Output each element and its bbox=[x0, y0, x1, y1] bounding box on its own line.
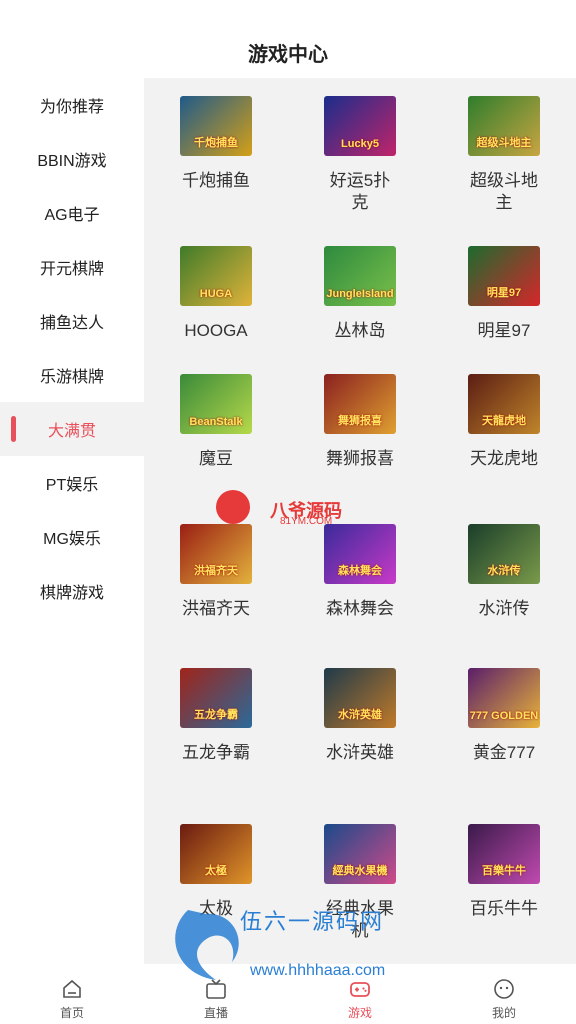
sidebar-item-bbin[interactable]: BBIN游戏 bbox=[0, 132, 144, 186]
game-tile[interactable]: 洪福齐天 洪福齐天 bbox=[144, 524, 288, 620]
sidebar-item-label: 大满贯 bbox=[47, 423, 96, 440]
game-thumbnail: 明星97 bbox=[468, 246, 540, 306]
sidebar-item-damanguan[interactable]: 大满贯 bbox=[0, 402, 144, 456]
game-thumbnail: 超级斗地主 bbox=[468, 96, 540, 156]
sidebar-item-mg[interactable]: MG娱乐 bbox=[0, 510, 144, 564]
tab-home[interactable]: 首页 bbox=[0, 964, 144, 1024]
game-thumbnail: 百樂牛牛 bbox=[468, 824, 540, 884]
game-tile[interactable]: BeanStalk 魔豆 bbox=[144, 374, 288, 470]
game-thumbnail: 五龙争霸 bbox=[180, 668, 252, 728]
watermark-url: 81YM.COM bbox=[280, 516, 333, 527]
tab-label: 直播 bbox=[203, 1006, 228, 1020]
game-thumbnail: HUGA bbox=[180, 246, 252, 306]
game-tile[interactable]: JungleIsland 丛林岛 bbox=[288, 246, 432, 342]
game-name: 丛林岛 bbox=[334, 321, 386, 340]
game-name: 洪福齐天 bbox=[182, 599, 250, 618]
sidebar-item-label: 捕鱼达人 bbox=[39, 315, 104, 332]
game-name: 舞狮报喜 bbox=[326, 449, 394, 468]
sidebar-item-kaiyuan[interactable]: 开元棋牌 bbox=[0, 240, 144, 294]
home-icon bbox=[63, 979, 81, 998]
game-name: 好运5扑克 bbox=[329, 171, 391, 212]
game-tile[interactable]: 千炮捕鱼 千炮捕鱼 bbox=[144, 96, 288, 192]
game-name: 百乐牛牛 bbox=[470, 899, 538, 918]
sidebar-item-label: 乐游棋牌 bbox=[39, 369, 104, 386]
sidebar-item-leyou[interactable]: 乐游棋牌 bbox=[0, 348, 144, 402]
game-tile[interactable]: 超级斗地主 超级斗地主 bbox=[432, 96, 576, 214]
game-name: 黄金777 bbox=[472, 743, 536, 762]
watermark-logo-icon bbox=[216, 490, 250, 524]
tab-label: 我的 bbox=[491, 1006, 516, 1020]
game-thumbnail: Lucky5 bbox=[324, 96, 396, 156]
sidebar-item-label: PT娱乐 bbox=[45, 477, 99, 494]
game-thumbnail: 千炮捕鱼 bbox=[180, 96, 252, 156]
watermark-site-name: 伍六一源码网 bbox=[240, 909, 385, 934]
game-thumbnail: 太極 bbox=[180, 824, 252, 884]
game-tile[interactable]: 777 GOLDEN 黄金777 bbox=[432, 668, 576, 764]
sidebar-item-label: 棋牌游戏 bbox=[39, 585, 104, 602]
game-name: HOOGA bbox=[184, 321, 248, 340]
game-thumbnail: 水浒传 bbox=[468, 524, 540, 584]
game-name: 天龙虎地 bbox=[470, 449, 538, 468]
game-thumbnail: JungleIsland bbox=[324, 246, 396, 306]
game-tile[interactable]: Lucky5 好运5扑克 bbox=[288, 96, 432, 214]
sidebar-item-fishing[interactable]: 捕鱼达人 bbox=[0, 294, 144, 348]
game-name: 五龙争霸 bbox=[182, 743, 250, 762]
game-name: 魔豆 bbox=[199, 449, 233, 468]
sidebar-item-pt[interactable]: PT娱乐 bbox=[0, 456, 144, 510]
game-tile[interactable]: 天龍虎地 天龙虎地 bbox=[432, 374, 576, 470]
game-name: 明星97 bbox=[477, 321, 531, 340]
game-tile[interactable]: 明星97 明星97 bbox=[432, 246, 576, 342]
profile-icon bbox=[494, 979, 514, 999]
sidebar-item-label: AG电子 bbox=[44, 207, 100, 224]
game-name: 水浒英雄 bbox=[326, 743, 394, 762]
game-name: 水浒传 bbox=[478, 599, 530, 618]
active-indicator bbox=[11, 416, 16, 442]
game-thumbnail: 舞狮报喜 bbox=[324, 374, 396, 434]
game-tile[interactable]: 水浒英雄 水浒英雄 bbox=[288, 668, 432, 764]
watermark-site-url: www.hhhhaaa.com bbox=[250, 962, 386, 979]
sidebar-item-label: MG娱乐 bbox=[43, 531, 101, 548]
tab-profile[interactable]: 我的 bbox=[432, 964, 576, 1024]
game-name: 森林舞会 bbox=[326, 599, 394, 618]
category-sidebar: 为你推荐 BBIN游戏 AG电子 开元棋牌 捕鱼达人 乐游棋牌 大满贯 PT娱乐… bbox=[0, 78, 144, 964]
gamepad-icon bbox=[350, 982, 370, 997]
sidebar-item-recommended[interactable]: 为你推荐 bbox=[0, 78, 144, 132]
game-thumbnail: 森林舞会 bbox=[324, 524, 396, 584]
game-tile[interactable]: HUGA HOOGA bbox=[144, 246, 288, 342]
sidebar-item-label: 为你推荐 bbox=[39, 99, 104, 116]
game-tile[interactable]: 水浒传 水浒传 bbox=[432, 524, 576, 620]
sidebar-item-chess[interactable]: 棋牌游戏 bbox=[0, 564, 144, 618]
game-name: 千炮捕鱼 bbox=[182, 171, 250, 190]
tab-label: 游戏 bbox=[347, 1006, 372, 1020]
watermark-fish-icon bbox=[175, 910, 239, 980]
game-thumbnail: 經典水果機 bbox=[324, 824, 396, 884]
page-title: 游戏中心 bbox=[248, 44, 328, 66]
game-grid: 千炮捕鱼 千炮捕鱼 Lucky5 好运5扑克 超级斗地主 超级斗地主 HUGA … bbox=[144, 78, 576, 964]
game-tile[interactable]: 五龙争霸 五龙争霸 bbox=[144, 668, 288, 764]
sidebar-item-label: BBIN游戏 bbox=[37, 153, 107, 170]
tab-label: 首页 bbox=[59, 1006, 84, 1020]
game-thumbnail: 水浒英雄 bbox=[324, 668, 396, 728]
game-name: 超级斗地主 bbox=[470, 171, 538, 212]
game-tile[interactable]: 百樂牛牛 百乐牛牛 bbox=[432, 824, 576, 920]
sidebar-item-ag[interactable]: AG电子 bbox=[0, 186, 144, 240]
game-tile[interactable]: 森林舞会 森林舞会 bbox=[288, 524, 432, 620]
sidebar-item-label: 开元棋牌 bbox=[39, 261, 104, 278]
app-header: 游戏中心 bbox=[0, 0, 576, 78]
game-thumbnail: 天龍虎地 bbox=[468, 374, 540, 434]
game-thumbnail: 洪福齐天 bbox=[180, 524, 252, 584]
game-thumbnail: 777 GOLDEN bbox=[468, 668, 540, 728]
game-thumbnail: BeanStalk bbox=[180, 374, 252, 434]
game-tile[interactable]: 舞狮报喜 舞狮报喜 bbox=[288, 374, 432, 470]
